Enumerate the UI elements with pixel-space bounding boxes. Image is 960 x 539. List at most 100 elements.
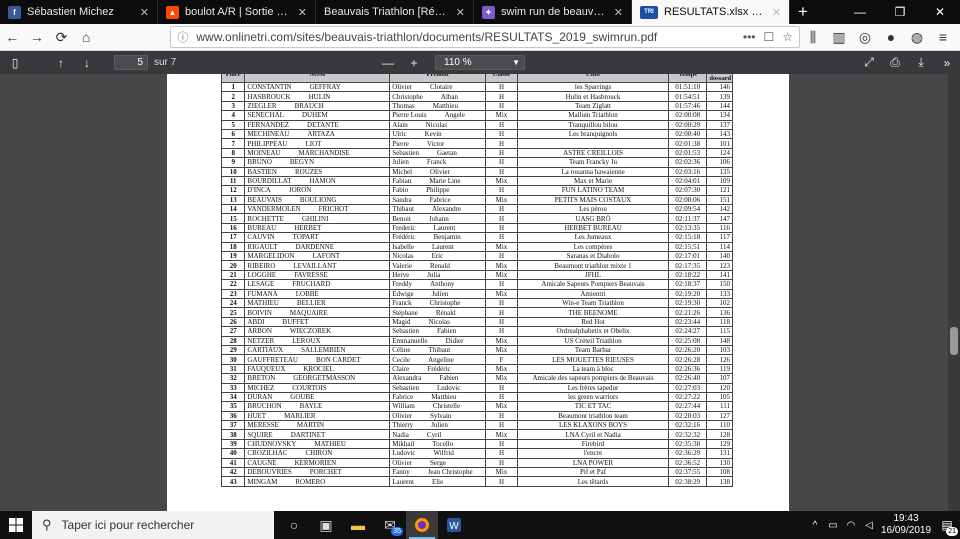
cell-value: ROMERO bbox=[295, 477, 326, 486]
task-view-icon[interactable]: ○ bbox=[278, 511, 310, 539]
cell-value: Mix bbox=[495, 402, 508, 411]
close-tab-icon[interactable]: ✕ bbox=[614, 6, 623, 19]
minimize-icon[interactable]: — bbox=[840, 0, 880, 24]
cell-value: FAUQUEUX bbox=[247, 364, 286, 373]
forward-icon[interactable]: → bbox=[25, 25, 50, 49]
cell-value: les Sparrings bbox=[574, 83, 612, 92]
table-cell: Amicale des sapeurs pompiers de Beauvais bbox=[516, 373, 670, 384]
account-icon[interactable]: ◍ bbox=[904, 25, 930, 49]
tab-title: boulot A/R | Sortie à vélo | Stra bbox=[185, 6, 292, 18]
cell-value: Eric bbox=[431, 252, 444, 261]
table-cell: H bbox=[485, 326, 518, 337]
browser-tab[interactable]: f Sébastien Michez ✕ bbox=[0, 0, 158, 24]
reload-icon[interactable]: ⟳ bbox=[49, 25, 74, 49]
close-tab-icon[interactable]: ✕ bbox=[140, 6, 149, 19]
browser-tab[interactable]: ▲ boulot A/R | Sortie à vélo | Stra ✕ bbox=[158, 0, 316, 24]
sidebar-icon[interactable]: ▥ bbox=[826, 25, 852, 49]
table-cell: 5 bbox=[220, 119, 246, 130]
browser-tab[interactable]: TRI RESULTATS.xlsx - RESULTATS_20 ✕ bbox=[632, 0, 790, 24]
cell-value: Serge bbox=[430, 458, 446, 467]
cell-value: 127 bbox=[719, 411, 731, 420]
cell-value: 102 bbox=[719, 299, 731, 308]
tools-icon[interactable]: » bbox=[934, 51, 960, 74]
table-cell: 123 bbox=[706, 260, 733, 271]
cell-value: 33 bbox=[229, 383, 237, 392]
cell-value: 129 bbox=[719, 440, 731, 449]
extension-icon[interactable]: ● bbox=[878, 25, 904, 49]
library-icon[interactable]: ⫼ bbox=[800, 25, 826, 49]
zoom-in-button[interactable]: + bbox=[401, 51, 427, 74]
download-icon[interactable]: ⤓ bbox=[908, 51, 934, 74]
network-icon[interactable]: ▭ bbox=[824, 520, 842, 531]
table-cell: Thibaut Alexandre bbox=[389, 204, 486, 215]
cell-value: Herve bbox=[392, 271, 410, 279]
table-cell: Thierry Julien bbox=[389, 420, 486, 431]
mail-icon[interactable]: ✉ 35 bbox=[374, 511, 406, 539]
chevron-up-icon[interactable]: ^ bbox=[806, 520, 824, 531]
restore-icon[interactable]: ❐ bbox=[880, 0, 920, 24]
table-cell: 128 bbox=[706, 429, 733, 440]
previous-page-icon[interactable]: ↑ bbox=[48, 51, 74, 74]
pdf-viewer[interactable]: PlaceNOMPrénomClasseClubTempsN° dossard … bbox=[0, 74, 960, 511]
tab-title: Sébastien Michez bbox=[27, 6, 114, 18]
cell-value: Thibaut bbox=[392, 205, 414, 214]
tab-title: Beauvais Triathlon [Résultats du 2è bbox=[324, 6, 450, 18]
cell-value: Pierre Louis bbox=[392, 111, 427, 120]
browser-tab[interactable]: Beauvais Triathlon [Résultats du 2è ✕ bbox=[316, 0, 474, 24]
page-actions-icon[interactable]: ••• bbox=[743, 30, 756, 44]
windows-start-icon[interactable] bbox=[0, 511, 32, 539]
store-icon[interactable]: ▣ bbox=[310, 511, 342, 539]
word-icon[interactable]: W bbox=[438, 511, 470, 539]
url-text[interactable]: www.onlinetri.com/sites/beauvais-triathl… bbox=[196, 30, 735, 44]
pocket-icon[interactable]: ☐ bbox=[763, 30, 774, 44]
close-window-icon[interactable]: ✕ bbox=[920, 0, 960, 24]
presentation-mode-icon[interactable]: ⤢ bbox=[856, 51, 882, 74]
menu-icon[interactable]: ≡ bbox=[930, 25, 956, 49]
volume-icon[interactable]: ◁ bbox=[860, 520, 878, 531]
column-header: Temps bbox=[668, 74, 708, 83]
cell-value: TOPART bbox=[292, 233, 319, 242]
cell-value: Magid bbox=[392, 317, 411, 326]
close-tab-icon[interactable]: ✕ bbox=[298, 6, 307, 19]
next-page-icon[interactable]: ↓ bbox=[74, 51, 100, 74]
print-icon[interactable]: ⎙ bbox=[882, 51, 908, 74]
cell-value: 135 bbox=[719, 167, 731, 176]
info-icon[interactable]: ⓘ bbox=[177, 29, 188, 45]
home-icon[interactable]: ⌂ bbox=[74, 25, 99, 49]
zoom-out-button[interactable]: — bbox=[375, 51, 401, 74]
tri-icon: TRI bbox=[640, 5, 658, 19]
taskbar-search-input[interactable]: ⚲ Taper ici pour rechercher bbox=[32, 511, 274, 539]
new-tab-button[interactable]: + bbox=[790, 0, 816, 24]
table-row: 9 BRUNO BEGYN Julien Franck H Team Francky Ju 0… bbox=[220, 157, 733, 168]
cell-value: 02:15:18 bbox=[675, 233, 701, 242]
page-number-input[interactable]: 5 bbox=[114, 55, 148, 70]
file-explorer-icon[interactable]: ▬ bbox=[342, 511, 374, 539]
table-cell: 15 bbox=[220, 213, 246, 224]
cell-value: 107 bbox=[719, 374, 731, 383]
clock[interactable]: 19:43 16/09/2019 bbox=[878, 513, 934, 537]
toggle-sidebar-icon[interactable]: ▯ bbox=[2, 51, 28, 74]
firefox-icon[interactable] bbox=[406, 511, 438, 539]
table-cell: 146 bbox=[706, 81, 733, 93]
cell-value: Angele bbox=[444, 111, 465, 120]
close-tab-icon[interactable]: ✕ bbox=[456, 6, 465, 19]
table-cell: BEAUVAIS BOULIONG bbox=[244, 194, 391, 206]
bookmark-star-icon[interactable]: ☆ bbox=[782, 30, 793, 44]
browser-tab[interactable]: ✦ swim run de beauvais le 14 09 2 ✕ bbox=[474, 0, 632, 24]
action-center-icon[interactable]: ▤ 21 bbox=[934, 511, 960, 539]
cell-value: 101 bbox=[719, 139, 731, 148]
back-icon[interactable]: ← bbox=[0, 25, 25, 49]
table-cell: Mix bbox=[485, 175, 518, 187]
wifi-icon[interactable]: ◠ bbox=[842, 520, 860, 531]
address-bar[interactable]: ⓘ www.onlinetri.com/sites/beauvais-triat… bbox=[170, 26, 801, 48]
sync-icon[interactable]: ◎ bbox=[852, 25, 878, 49]
table-body: 1 CONSTANTIN GEFFRAY Olivier Clotaire Hles Sp… bbox=[220, 81, 733, 487]
cell-value: MECHINEAU bbox=[247, 130, 290, 139]
table-cell: Win-e Team Triathlon bbox=[516, 297, 670, 309]
zoom-select[interactable]: 110 % ▼ bbox=[435, 55, 525, 70]
close-tab-icon[interactable]: ✕ bbox=[772, 6, 781, 19]
scrollbar-thumb[interactable] bbox=[950, 327, 958, 355]
vertical-scrollbar[interactable] bbox=[948, 74, 960, 511]
cell-value: Fabian bbox=[392, 177, 412, 186]
table-cell: BRUCHON BAYLE bbox=[244, 401, 391, 412]
